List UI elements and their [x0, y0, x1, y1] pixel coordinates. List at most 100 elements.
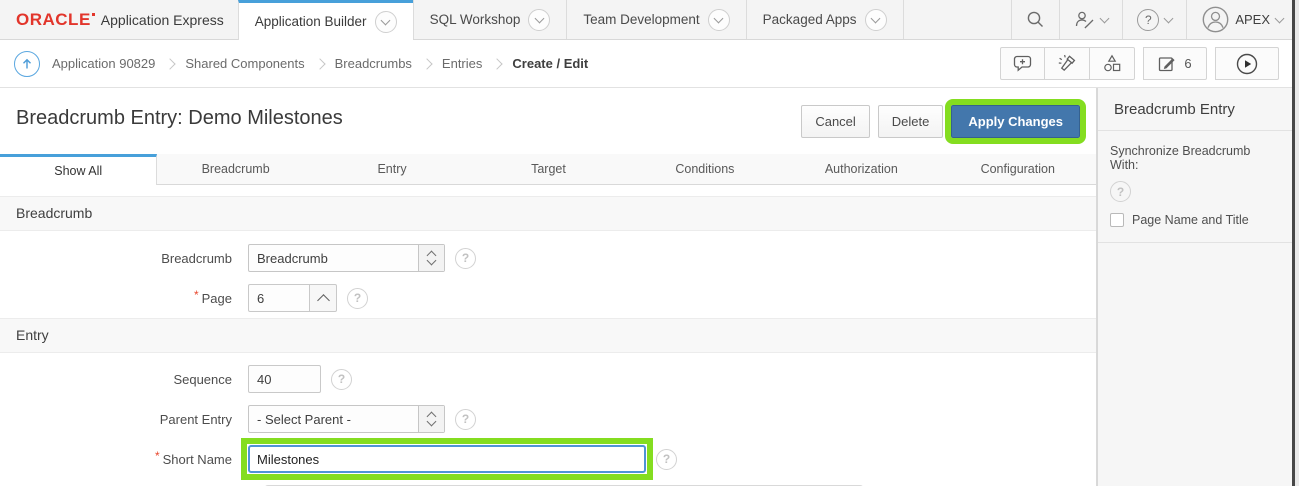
breadcrumb-select[interactable]: Breadcrumb — [248, 244, 445, 272]
help-icon[interactable]: ? — [331, 368, 352, 390]
edit-page-button[interactable]: 6 — [1143, 47, 1207, 80]
field-row-breadcrumb: Breadcrumb Breadcrumb ? — [0, 244, 1096, 272]
feedback-button[interactable] — [1000, 47, 1045, 80]
tab-show-all[interactable]: Show All — [0, 154, 158, 185]
right-sidebar: Breadcrumb Entry Synchronize Breadcrumb … — [1097, 88, 1293, 486]
breadcrumb-field-label: Breadcrumb — [161, 250, 232, 266]
breadcrumb-current: Create / Edit — [512, 56, 589, 71]
run-page-group — [1215, 47, 1279, 80]
chevron-down-icon[interactable] — [707, 8, 730, 31]
tab-label: Application Builder — [254, 14, 367, 29]
field-row-short-name: *Short Name ? — [0, 438, 1096, 480]
breadcrumb-link[interactable]: Entries — [442, 56, 482, 71]
chevron-down-icon — [1163, 13, 1174, 23]
help-icon[interactable]: ? — [455, 247, 476, 269]
find-button[interactable] — [1045, 47, 1090, 80]
username: APEX — [1235, 12, 1270, 27]
edit-page-icon — [1159, 56, 1175, 71]
sidebar-sync-section: Synchronize Breadcrumb With: ? Page Name… — [1098, 131, 1293, 243]
help-menu[interactable]: ? — [1122, 0, 1186, 39]
select-spinner-icon[interactable] — [418, 406, 444, 432]
breadcrumb-link[interactable]: Application 90829 — [52, 56, 155, 71]
oracle-brand: ORACLE — [16, 9, 91, 29]
sync-heading: Synchronize Breadcrumb With: — [1110, 144, 1251, 172]
breadcrumb-separator-icon — [421, 57, 433, 70]
chevron-down-icon[interactable] — [528, 8, 551, 31]
tab-authorization[interactable]: Authorization — [783, 154, 939, 184]
parent-entry-field-label: Parent Entry — [159, 411, 232, 427]
comment-plus-icon — [1013, 55, 1031, 72]
tab-entry[interactable]: Entry — [314, 154, 470, 184]
breadcrumb-separator-icon — [164, 57, 177, 70]
help-icon[interactable]: ? — [347, 287, 368, 309]
tab-configuration[interactable]: Configuration — [940, 154, 1096, 184]
short-name-field-label: * Short Name — [154, 448, 232, 467]
chevron-down-icon — [1274, 13, 1285, 23]
tab-target[interactable]: Target — [470, 154, 626, 184]
apply-changes-button[interactable]: Apply Changes — [945, 99, 1086, 144]
breadcrumb-separator-icon — [491, 57, 504, 70]
chevron-down-icon[interactable] — [374, 10, 397, 33]
short-name-input[interactable] — [248, 445, 646, 473]
chevron-up-icon — [316, 293, 330, 307]
parent-entry-select-value: - Select Parent - — [257, 411, 351, 427]
page-input[interactable] — [248, 284, 310, 312]
arrow-up-icon — [23, 58, 31, 68]
page-action-buttons: 6 — [1000, 47, 1287, 80]
tab-team-development[interactable]: Team Development — [566, 0, 745, 39]
chevron-down-icon[interactable] — [864, 8, 887, 31]
page-title: Breadcrumb Entry: Demo Milestones — [16, 107, 343, 129]
play-icon — [1236, 53, 1258, 74]
tab-sql-workshop[interactable]: SQL Workshop — [412, 0, 567, 39]
region-tabs: Show All Breadcrumb Entry Target Conditi… — [0, 154, 1096, 185]
administration-menu[interactable] — [1059, 0, 1122, 39]
page-header: Breadcrumb Entry: Demo Milestones Cancel… — [0, 88, 1096, 154]
breadcrumb-link[interactable]: Shared Components — [185, 56, 304, 71]
tab-packaged-apps[interactable]: Packaged Apps — [745, 0, 904, 39]
required-asterisk: * — [154, 448, 160, 463]
search-icon — [1028, 11, 1044, 27]
breadcrumb-bar: Application 90829 Shared Components Brea… — [0, 40, 1299, 88]
cancel-button[interactable]: Cancel — [801, 105, 870, 138]
select-spinner-icon[interactable] — [418, 245, 444, 271]
search-button[interactable] — [1011, 0, 1059, 39]
breadcrumb-select-value: Breadcrumb — [257, 250, 328, 266]
top-nav-utilities: ? APEX — [1011, 0, 1299, 39]
tab-breadcrumb[interactable]: Breadcrumb — [157, 154, 313, 184]
sidebar-title: Breadcrumb Entry — [1098, 88, 1293, 131]
shared-components-button[interactable] — [1090, 47, 1135, 80]
section-header-entry: Entry — [0, 318, 1096, 353]
flashlight-icon — [1058, 54, 1076, 71]
user-account-menu[interactable]: APEX — [1186, 0, 1299, 39]
page-picker-button[interactable] — [310, 284, 337, 312]
product-name: Application Express — [100, 11, 224, 28]
tab-label: Team Development — [583, 12, 700, 27]
apex-window: ORACLE Application Express Application B… — [0, 0, 1299, 486]
help-icon[interactable]: ? — [1110, 181, 1131, 202]
highlight-box — [241, 438, 653, 480]
edit-page-number: 6 — [1184, 56, 1192, 71]
required-asterisk: * — [193, 287, 199, 302]
breadcrumb-separator-icon — [313, 57, 326, 70]
tab-application-builder[interactable]: Application Builder — [237, 0, 413, 40]
tab-label: Packaged Apps — [762, 12, 857, 27]
parent-entry-select[interactable]: - Select Parent - — [248, 405, 445, 433]
navigate-up-button[interactable] — [14, 50, 40, 77]
user-avatar-icon — [1202, 6, 1229, 33]
sequence-field-label: Sequence — [173, 371, 232, 387]
help-icon[interactable]: ? — [656, 448, 677, 470]
breadcrumb-link[interactable]: Breadcrumbs — [335, 56, 412, 71]
help-icon[interactable]: ? — [455, 408, 476, 430]
sequence-input[interactable] — [248, 365, 321, 393]
page-field-label: * Page — [193, 287, 232, 306]
scrollbar-track[interactable] — [1292, 0, 1299, 486]
page-name-title-checkbox-row[interactable]: Page Name and Title — [1110, 213, 1281, 227]
delete-button[interactable]: Delete — [877, 105, 944, 138]
checkbox-icon[interactable] — [1110, 213, 1124, 227]
tab-conditions[interactable]: Conditions — [627, 154, 783, 184]
chevron-down-icon — [1099, 13, 1110, 23]
utility-button-group — [1000, 47, 1135, 80]
top-nav-bar: ORACLE Application Express Application B… — [0, 0, 1299, 40]
user-wrench-icon — [1076, 11, 1094, 29]
run-page-button[interactable] — [1215, 47, 1279, 80]
